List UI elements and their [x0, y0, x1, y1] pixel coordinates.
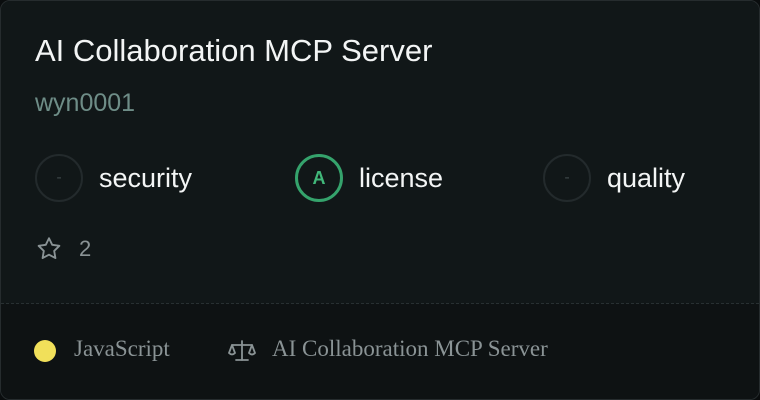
- security-grade-badge: -: [35, 154, 83, 202]
- security-label: security: [99, 162, 193, 193]
- quality-label: quality: [607, 162, 686, 193]
- star-count-value: 2: [79, 236, 92, 261]
- score-quality: - quality: [543, 154, 685, 202]
- score-license: A license: [295, 154, 443, 202]
- card-body: AI Collaboration MCP Server wyn0001 - se…: [1, 1, 759, 303]
- star-outline-icon: [37, 237, 61, 260]
- language-color-dot: [34, 340, 56, 362]
- license-name[interactable]: AI Collaboration MCP Server: [272, 336, 548, 362]
- score-security: - security: [35, 154, 192, 202]
- license-label: license: [359, 162, 444, 193]
- server-title[interactable]: AI Collaboration MCP Server: [35, 33, 432, 69]
- license-grade-badge: A: [295, 154, 343, 202]
- star-count: 2: [35, 235, 91, 263]
- server-author[interactable]: wyn0001: [35, 89, 135, 118]
- scale-balance-icon: [228, 340, 256, 361]
- quality-grade-badge: -: [543, 154, 591, 202]
- language-label: JavaScript: [74, 336, 170, 361]
